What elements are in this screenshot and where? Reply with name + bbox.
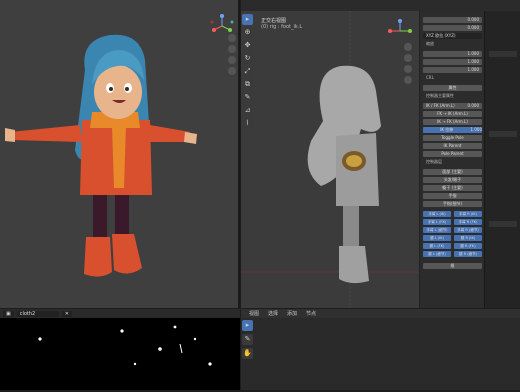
tool-shelf: ▸ ⊕ ✥ ↻ ⤢ ⧉ ✎ ⊿ ⌇ [242,14,254,129]
select-tool-icon[interactable]: ▸ [242,320,253,331]
properties-editor-strip [484,11,520,308]
mask-preview [38,325,212,366]
layer-toggle-button[interactable]: 手臂 R (FK) [454,219,482,225]
property-row[interactable]: IK Parent [423,143,482,149]
property-row[interactable]: 面部 (主要) [423,169,482,175]
strip-row[interactable] [489,221,517,227]
strip-row[interactable] [489,51,517,57]
measure-tool-icon[interactable]: ⊿ [242,105,253,116]
strip-row[interactable] [489,131,517,137]
root-layer-button[interactable]: 根 [423,263,482,269]
cursor-tool-icon[interactable]: ⊕ [242,27,253,38]
layer-toggle-button[interactable]: 手臂 L (细节) [423,227,451,233]
property-row[interactable]: 1.000 [423,59,482,65]
menu-node[interactable]: 节点 [306,310,316,317]
property-row[interactable]: 手指(细节) [423,201,482,207]
property-row[interactable]: 手指 [423,193,482,199]
property-row[interactable]: 1.000 [423,67,482,73]
layer-toggle-button[interactable]: 腿 R (IK) [454,235,482,241]
property-row[interactable]: IK 拉伸 1.000 [423,127,482,133]
editor-type-icon[interactable]: ▣ [3,310,14,317]
bottom-left-editor[interactable] [0,309,240,390]
property-row[interactable]: 躯干 (主要) [423,185,482,191]
property-row[interactable]: 头发/眼子 [423,177,482,183]
layer-toggle-button[interactable]: 手臂 L (FK) [423,219,451,225]
bottom-left-header: ▣ cloth2 ✕ [0,309,240,318]
property-row: CRL [426,75,434,80]
viewport-left[interactable] [0,0,240,308]
property-row[interactable]: IK / FK (Arm.L) 0.000 [423,103,482,109]
menu-view[interactable]: 视图 [249,310,259,317]
select-tool-icon[interactable]: ▸ [242,14,253,25]
layer-toggle-button[interactable]: 手臂 R (IK) [454,211,482,217]
property-row[interactable]: XYZ 欧拉 (XYZ) [423,33,482,39]
layer-toggle-button[interactable]: 腿 L (IK) [423,235,451,241]
layer-toggle-button[interactable]: 腿 L (细节) [423,251,451,257]
scale-tool-icon[interactable]: ⤢ [242,66,253,77]
annotate-tool-icon[interactable]: ✎ [242,334,253,345]
property-row[interactable]: FK → IK (Arm.L) [423,111,482,117]
property-row[interactable]: Pole Parent [423,151,482,157]
bottom-right-editor[interactable] [241,309,520,390]
property-row[interactable]: 属性 [423,85,482,91]
layer-toggle-button[interactable]: 腿 L (FK) [423,243,451,249]
property-row: 控制器层 [426,159,442,164]
property-row[interactable]: 0.000 [423,17,482,23]
layer-toggle-button[interactable]: 手臂 R (细节) [454,227,482,233]
sidebar-properties: 0.000 0.000 XYZ 欧拉 (XYZ) 缩放 1.000 1.000 1.000 C… [419,11,484,308]
property-row: 缩放 [426,41,434,46]
menu-add[interactable]: 添加 [287,310,297,317]
close-icon[interactable]: ✕ [61,310,72,317]
property-row[interactable]: Toggle Pole [423,135,482,141]
layer-toggle-button[interactable]: 手臂 L (IK) [423,211,451,217]
node-tool-shelf: ▸ ✎ ✋ [242,320,254,360]
property-row: 控制器主要属性 [426,93,454,98]
annotate-tool-icon[interactable]: ✎ [242,92,253,103]
layer-toggle-button[interactable]: 腿 R (FK) [454,243,482,249]
viewport-right-topbar [241,0,520,11]
bottom-right-header: 视图 选择 添加 节点 [241,309,520,318]
rotate-tool-icon[interactable]: ↻ [242,53,253,64]
pan-hand-icon[interactable]: ✋ [242,348,253,359]
bone-tool-icon[interactable]: ⌇ [242,118,253,129]
layer-toggle-button[interactable]: 腿 R (细节) [454,251,482,257]
move-tool-icon[interactable]: ✥ [242,40,253,51]
transform-tool-icon[interactable]: ⧉ [242,79,253,90]
image-name-field[interactable]: cloth2 [16,310,59,317]
character-front-view [5,34,197,277]
property-row[interactable]: IK → FK (Arm.L) [423,119,482,125]
property-row[interactable]: 1.000 [423,51,482,57]
property-row[interactable]: 0.000 [423,25,482,31]
menu-select[interactable]: 选择 [268,310,278,317]
